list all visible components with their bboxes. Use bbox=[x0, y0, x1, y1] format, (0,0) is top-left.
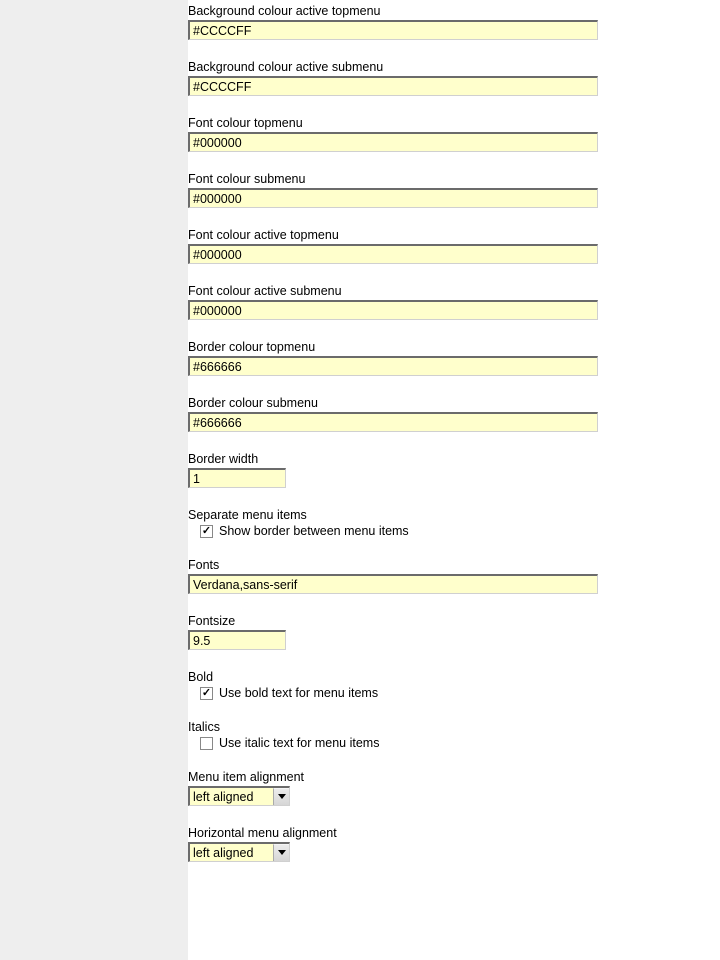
separate-items-check-label: Show border between menu items bbox=[219, 524, 409, 538]
italics-checkbox[interactable] bbox=[200, 737, 213, 750]
italics-check-label: Use italic text for menu items bbox=[219, 736, 379, 750]
font-active-topmenu-label: Font colour active topmenu bbox=[188, 228, 608, 242]
font-submenu-input[interactable] bbox=[188, 188, 598, 208]
italics-label: Italics bbox=[188, 720, 608, 734]
item-align-label: Menu item alignment bbox=[188, 770, 608, 784]
font-active-topmenu-input[interactable] bbox=[188, 244, 598, 264]
dropdown-icon bbox=[273, 844, 289, 861]
sidebar-gutter bbox=[0, 0, 188, 960]
border-topmenu-input[interactable] bbox=[188, 356, 598, 376]
fonts-label: Fonts bbox=[188, 558, 608, 572]
font-submenu-label: Font colour submenu bbox=[188, 172, 608, 186]
settings-form: Background colour active topmenu Backgro… bbox=[188, 0, 608, 960]
border-submenu-label: Border colour submenu bbox=[188, 396, 608, 410]
border-submenu-input[interactable] bbox=[188, 412, 598, 432]
horiz-align-select[interactable]: left aligned bbox=[188, 842, 290, 862]
item-align-value: left aligned bbox=[190, 788, 273, 805]
separate-items-label: Separate menu items bbox=[188, 508, 608, 522]
bg-active-topmenu-input[interactable] bbox=[188, 20, 598, 40]
fontsize-input[interactable] bbox=[188, 630, 286, 650]
fontsize-label: Fontsize bbox=[188, 614, 608, 628]
horiz-align-label: Horizontal menu alignment bbox=[188, 826, 608, 840]
font-topmenu-label: Font colour topmenu bbox=[188, 116, 608, 130]
border-width-input[interactable] bbox=[188, 468, 286, 488]
bold-checkbox[interactable] bbox=[200, 687, 213, 700]
font-active-submenu-label: Font colour active submenu bbox=[188, 284, 608, 298]
bg-active-submenu-input[interactable] bbox=[188, 76, 598, 96]
font-topmenu-input[interactable] bbox=[188, 132, 598, 152]
fonts-input[interactable] bbox=[188, 574, 598, 594]
bg-active-topmenu-label: Background colour active topmenu bbox=[188, 4, 608, 18]
bold-label: Bold bbox=[188, 670, 608, 684]
dropdown-icon bbox=[273, 788, 289, 805]
horiz-align-value: left aligned bbox=[190, 844, 273, 861]
bg-active-submenu-label: Background colour active submenu bbox=[188, 60, 608, 74]
bold-check-label: Use bold text for menu items bbox=[219, 686, 378, 700]
border-topmenu-label: Border colour topmenu bbox=[188, 340, 608, 354]
font-active-submenu-input[interactable] bbox=[188, 300, 598, 320]
item-align-select[interactable]: left aligned bbox=[188, 786, 290, 806]
separate-items-checkbox[interactable] bbox=[200, 525, 213, 538]
border-width-label: Border width bbox=[188, 452, 608, 466]
